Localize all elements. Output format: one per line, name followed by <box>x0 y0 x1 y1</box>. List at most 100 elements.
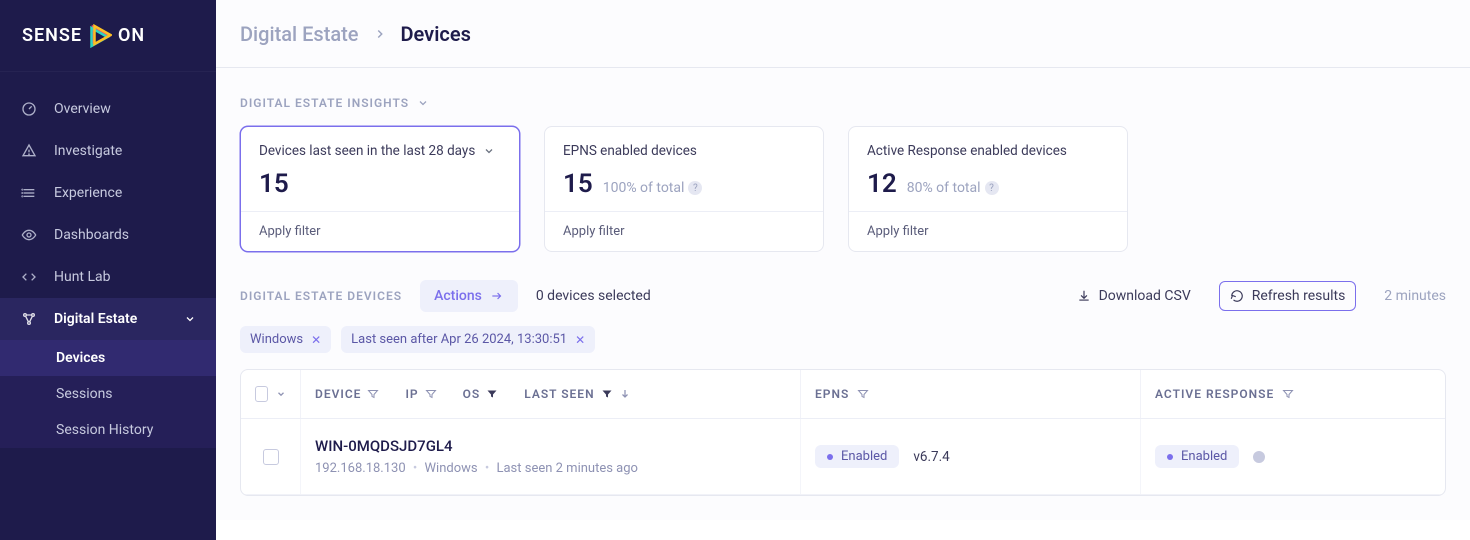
card-title: EPNS enabled devices <box>563 143 697 159</box>
filter-chips: Windows ✕ Last seen after Apr 26 2024, 1… <box>240 326 1446 353</box>
status-dot-icon <box>827 454 833 460</box>
sort-desc-icon[interactable] <box>619 388 631 400</box>
filter-icon[interactable] <box>601 388 613 400</box>
sidebar-sub-sessions[interactable]: Sessions <box>0 376 216 412</box>
th-label: EPNS <box>815 387 849 401</box>
download-csv-button[interactable]: Download CSV <box>1067 282 1201 310</box>
refresh-icon <box>1230 289 1244 303</box>
epns-version: v6.7.4 <box>913 449 949 465</box>
row-epns-cell: Enabled v6.7.4 <box>801 419 1141 494</box>
status-indicator-icon <box>1253 451 1265 463</box>
device-name[interactable]: WIN-0MQDSJD7GL4 <box>315 437 638 455</box>
breadcrumb: Digital Estate Devices <box>216 0 1470 68</box>
device-ip: 192.168.18.130 <box>315 461 406 476</box>
th-checkbox[interactable] <box>241 370 301 418</box>
breadcrumb-current: Devices <box>401 22 471 46</box>
apply-filter-button[interactable]: Apply filter <box>849 211 1127 251</box>
filter-chip-last-seen[interactable]: Last seen after Apr 26 2024, 13:30:51 ✕ <box>341 326 595 353</box>
refresh-button[interactable]: Refresh results <box>1219 281 1357 311</box>
sidebar-item-dashboards[interactable]: Dashboards <box>0 214 216 256</box>
refreshed-ago: 2 minutes <box>1374 288 1446 304</box>
filter-icon[interactable] <box>857 388 869 400</box>
th-last-seen[interactable]: LAST SEEN <box>524 387 630 401</box>
th-label: LAST SEEN <box>524 387 594 401</box>
chevron-down-icon[interactable] <box>276 389 286 399</box>
close-icon[interactable]: ✕ <box>311 333 321 347</box>
sidebar-item-investigate[interactable]: Investigate <box>0 130 216 172</box>
chevron-down-icon <box>417 97 429 109</box>
devices-heading: DIGITAL ESTATE DEVICES <box>240 289 402 303</box>
checkbox[interactable] <box>255 386 268 402</box>
checkbox[interactable] <box>263 449 279 465</box>
sidebar-sub-session-history[interactable]: Session History <box>0 412 216 448</box>
refresh-label: Refresh results <box>1252 288 1346 304</box>
filter-chip-os[interactable]: Windows ✕ <box>240 326 331 353</box>
apply-filter-button[interactable]: Apply filter <box>241 211 519 251</box>
main: Digital Estate Devices DIGITAL ESTATE IN… <box>216 0 1470 540</box>
devices-table: DEVICE IP <box>240 369 1446 496</box>
row-checkbox-cell[interactable] <box>241 419 301 494</box>
row-device-cell: WIN-0MQDSJD7GL4 192.168.18.130 • Windows… <box>301 419 801 494</box>
sub-label: Sessions <box>56 386 113 402</box>
breadcrumb-parent[interactable]: Digital Estate <box>240 22 359 46</box>
insight-card-last-seen: Devices last seen in the last 28 days 15… <box>240 126 520 252</box>
actions-button[interactable]: Actions <box>420 280 518 312</box>
th-label: ACTIVE RESPONSE <box>1155 387 1274 401</box>
ar-status: Enabled <box>1181 449 1227 464</box>
apply-filter-button[interactable]: Apply filter <box>545 211 823 251</box>
filter-icon[interactable] <box>367 388 379 400</box>
download-icon <box>1077 289 1091 303</box>
sidebar-nav: Overview Investigate Experience Dashboar… <box>0 72 216 448</box>
insight-card-epns: EPNS enabled devices 15 100% of total ? … <box>544 126 824 252</box>
card-value: 15 <box>259 169 289 199</box>
nav-label: Hunt Lab <box>54 269 111 285</box>
device-meta: 192.168.18.130 • Windows • Last seen 2 m… <box>315 461 638 476</box>
th-label: IP <box>405 387 418 401</box>
sub-label: Session History <box>56 422 153 438</box>
brand-logo: SENSE ON <box>0 0 216 72</box>
chevron-right-icon <box>373 27 387 41</box>
sidebar-item-overview[interactable]: Overview <box>0 88 216 130</box>
card-title: Devices last seen in the last 28 days <box>259 143 475 159</box>
close-icon[interactable]: ✕ <box>575 333 585 347</box>
nav-label: Overview <box>54 101 111 117</box>
insights-heading-text: DIGITAL ESTATE INSIGHTS <box>240 96 409 110</box>
card-subtext: 80% of total <box>907 180 981 196</box>
sidebar-submenu: Devices Sessions Session History <box>0 340 216 448</box>
epns-status: Enabled <box>841 449 887 464</box>
sidebar-item-digital-estate[interactable]: Digital Estate <box>0 298 216 340</box>
th-os[interactable]: OS <box>463 387 499 401</box>
th-active-response[interactable]: ACTIVE RESPONSE <box>1141 370 1445 418</box>
chip-label: Windows <box>250 332 303 347</box>
sidebar: SENSE ON Overview <box>0 0 216 540</box>
th-device[interactable]: DEVICE <box>315 387 379 401</box>
list-icon <box>20 184 38 202</box>
th-label: OS <box>463 387 481 401</box>
th-ip[interactable]: IP <box>405 387 436 401</box>
sidebar-sub-devices[interactable]: Devices <box>0 340 216 376</box>
filter-icon[interactable] <box>1282 388 1294 400</box>
card-value: 12 <box>867 169 897 199</box>
nav-label: Experience <box>54 185 122 201</box>
th-epns[interactable]: EPNS <box>801 370 1141 418</box>
info-icon[interactable]: ? <box>985 181 999 195</box>
nav-label: Digital Estate <box>54 311 137 327</box>
download-label: Download CSV <box>1099 288 1191 304</box>
card-subtext: 100% of total <box>603 180 685 196</box>
sub-label: Devices <box>56 350 105 366</box>
epns-status-pill: Enabled <box>815 445 899 468</box>
brand-text-left: SENSE <box>22 25 82 46</box>
filter-icon[interactable] <box>425 388 437 400</box>
chevron-down-icon[interactable] <box>483 145 495 157</box>
insight-cards: Devices last seen in the last 28 days 15… <box>240 126 1446 252</box>
chip-label: Last seen after Apr 26 2024, 13:30:51 <box>351 332 567 347</box>
sidebar-item-hunt-lab[interactable]: Hunt Lab <box>0 256 216 298</box>
eye-icon <box>20 226 38 244</box>
info-icon[interactable]: ? <box>688 181 702 195</box>
filter-icon[interactable] <box>486 388 498 400</box>
table-row[interactable]: WIN-0MQDSJD7GL4 192.168.18.130 • Windows… <box>241 419 1445 495</box>
sidebar-item-experience[interactable]: Experience <box>0 172 216 214</box>
status-dot-icon <box>1167 454 1173 460</box>
insights-heading[interactable]: DIGITAL ESTATE INSIGHTS <box>240 96 429 110</box>
device-os: Windows <box>425 461 478 476</box>
